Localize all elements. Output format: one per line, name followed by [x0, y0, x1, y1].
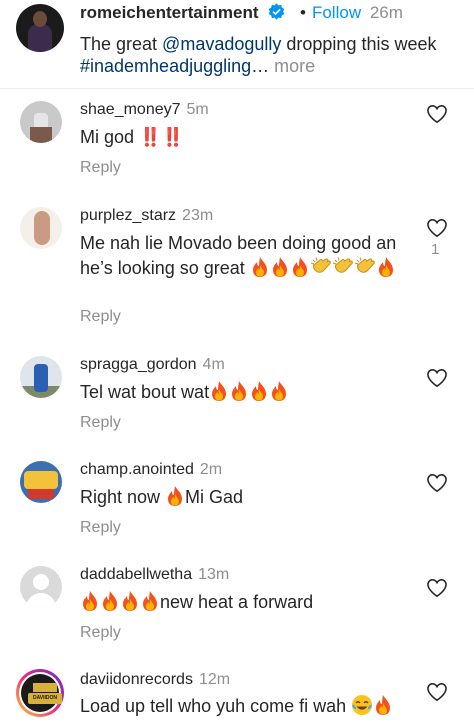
separator-dot: •: [300, 3, 306, 22]
like-heart-icon[interactable]: [426, 473, 448, 493]
post-caption: The great @mavadogully dropping this wee…: [80, 33, 460, 77]
reply-button[interactable]: Reply: [80, 159, 121, 177]
comment-body: Load up tell who yuh come fi wah: [80, 696, 352, 716]
reply-button[interactable]: Reply: [80, 624, 121, 642]
reply-button[interactable]: Reply: [80, 414, 121, 432]
fire-emoji-icon: [229, 380, 249, 402]
comment-username[interactable]: purplez_starz: [80, 207, 176, 224]
comment-username[interactable]: daviidonrecords: [80, 671, 193, 688]
commenter-avatar-placeholder[interactable]: [20, 566, 62, 608]
comment-time: 2m: [199, 461, 223, 478]
commenter-avatar[interactable]: [20, 461, 62, 503]
like-count: 1: [431, 241, 440, 258]
comment-body-2: Mi Gad: [185, 487, 244, 507]
fire-emoji-icon: [80, 590, 100, 612]
caption-more-link[interactable]: more: [274, 56, 315, 76]
caption-ellipsis: …: [251, 56, 270, 76]
comment-text: Mi god ‼️‼️: [80, 125, 410, 150]
fire-emoji-icon: [250, 256, 270, 278]
logo-text: DAVIIDON RECORDS: [28, 693, 62, 704]
double-exclamation-emoji: ‼️‼️: [139, 127, 184, 147]
joy-emoji-icon: [351, 694, 373, 716]
verified-badge-icon: [268, 3, 285, 20]
commenter-avatar[interactable]: [20, 101, 62, 143]
comment-text: Load up tell who yuh come fi wah: [80, 694, 420, 719]
comment-username[interactable]: shae_money7: [80, 101, 181, 118]
fire-emoji-icon: [249, 380, 269, 402]
comment-meta: spragga_gordon 4m: [80, 356, 225, 374]
clap-emoji-icon: [354, 256, 376, 278]
comment-time: 12m: [198, 671, 231, 688]
commenter-avatar[interactable]: [20, 356, 62, 398]
comment-text: new heat a forward: [80, 590, 410, 615]
post-author-username[interactable]: romeichentertainment: [80, 3, 259, 22]
caption-hashtag-link[interactable]: #inademheadjuggling: [80, 56, 251, 76]
comment-username[interactable]: spragga_gordon: [80, 356, 197, 373]
like-heart-icon[interactable]: [426, 578, 448, 598]
comment-time: 23m: [182, 207, 214, 224]
fire-emoji-icon: [140, 590, 160, 612]
comment-body: Mi god: [80, 127, 140, 147]
post-time: 26m: [369, 3, 403, 22]
fire-emoji-icon: [376, 256, 396, 278]
comment-body: Right now: [80, 487, 166, 507]
comment-emojis: [209, 382, 289, 402]
comment-text: Right now Mi Gad: [80, 485, 410, 510]
comment-body: new heat a forward: [160, 592, 314, 612]
caption-mention-link[interactable]: @mavadogully: [162, 34, 281, 54]
like-heart-icon[interactable]: [426, 368, 448, 388]
comment-time: 13m: [198, 566, 230, 583]
like-heart-icon[interactable]: [426, 104, 448, 124]
caption-text-2: dropping this week: [281, 34, 437, 54]
fire-emoji-icon: [209, 380, 229, 402]
fire-emoji-icon: [373, 694, 393, 716]
comment-meta: daviidonrecords 12m: [80, 671, 230, 689]
like-heart-icon[interactable]: [426, 218, 448, 238]
like-heart-icon[interactable]: [426, 682, 448, 702]
fire-emoji-icon: [120, 590, 140, 612]
fire-emoji-icon: [165, 485, 185, 507]
comment-username[interactable]: champ.anointed: [80, 461, 194, 478]
comment-time: 5m: [186, 101, 209, 118]
comment-emojis: [250, 258, 396, 278]
fire-emoji-icon: [270, 256, 290, 278]
caption-text: The great: [80, 34, 163, 54]
comment-meta: purplez_starz 23m: [80, 207, 213, 225]
comment-meta: daddabellwetha 13m: [80, 566, 229, 584]
fire-emoji-icon: [290, 256, 310, 278]
follow-button[interactable]: Follow: [312, 3, 361, 22]
post-author-row: romeichentertainment • Follow 26m: [80, 3, 403, 23]
post-header: romeichentertainment • Follow 26m The gre…: [0, 0, 474, 89]
comment-text: Me nah lie Movado been doing good an he’…: [80, 231, 415, 281]
comment-time: 4m: [202, 356, 225, 373]
comment-username[interactable]: daddabellwetha: [80, 566, 192, 583]
reply-button[interactable]: Reply: [80, 519, 121, 537]
comment-meta: champ.anointed 2m: [80, 461, 222, 479]
fire-emoji-icon: [269, 380, 289, 402]
reply-button[interactable]: Reply: [80, 308, 121, 326]
comment-emojis: [80, 592, 160, 612]
comment-meta: shae_money7 5m: [80, 101, 209, 119]
clap-emoji-icon: [310, 256, 332, 278]
comment-text: Tel wat bout wat: [80, 380, 410, 405]
commenter-avatar[interactable]: [20, 207, 62, 249]
commenter-avatar-story-ring[interactable]: DAVIIDON RECORDS: [16, 669, 64, 717]
clap-emoji-icon: [332, 256, 354, 278]
comment-body: Tel wat bout wat: [80, 382, 210, 402]
fire-emoji-icon: [100, 590, 120, 612]
daviidon-records-logo: DAVIIDON RECORDS: [21, 674, 62, 712]
post-author-avatar[interactable]: [16, 4, 64, 52]
